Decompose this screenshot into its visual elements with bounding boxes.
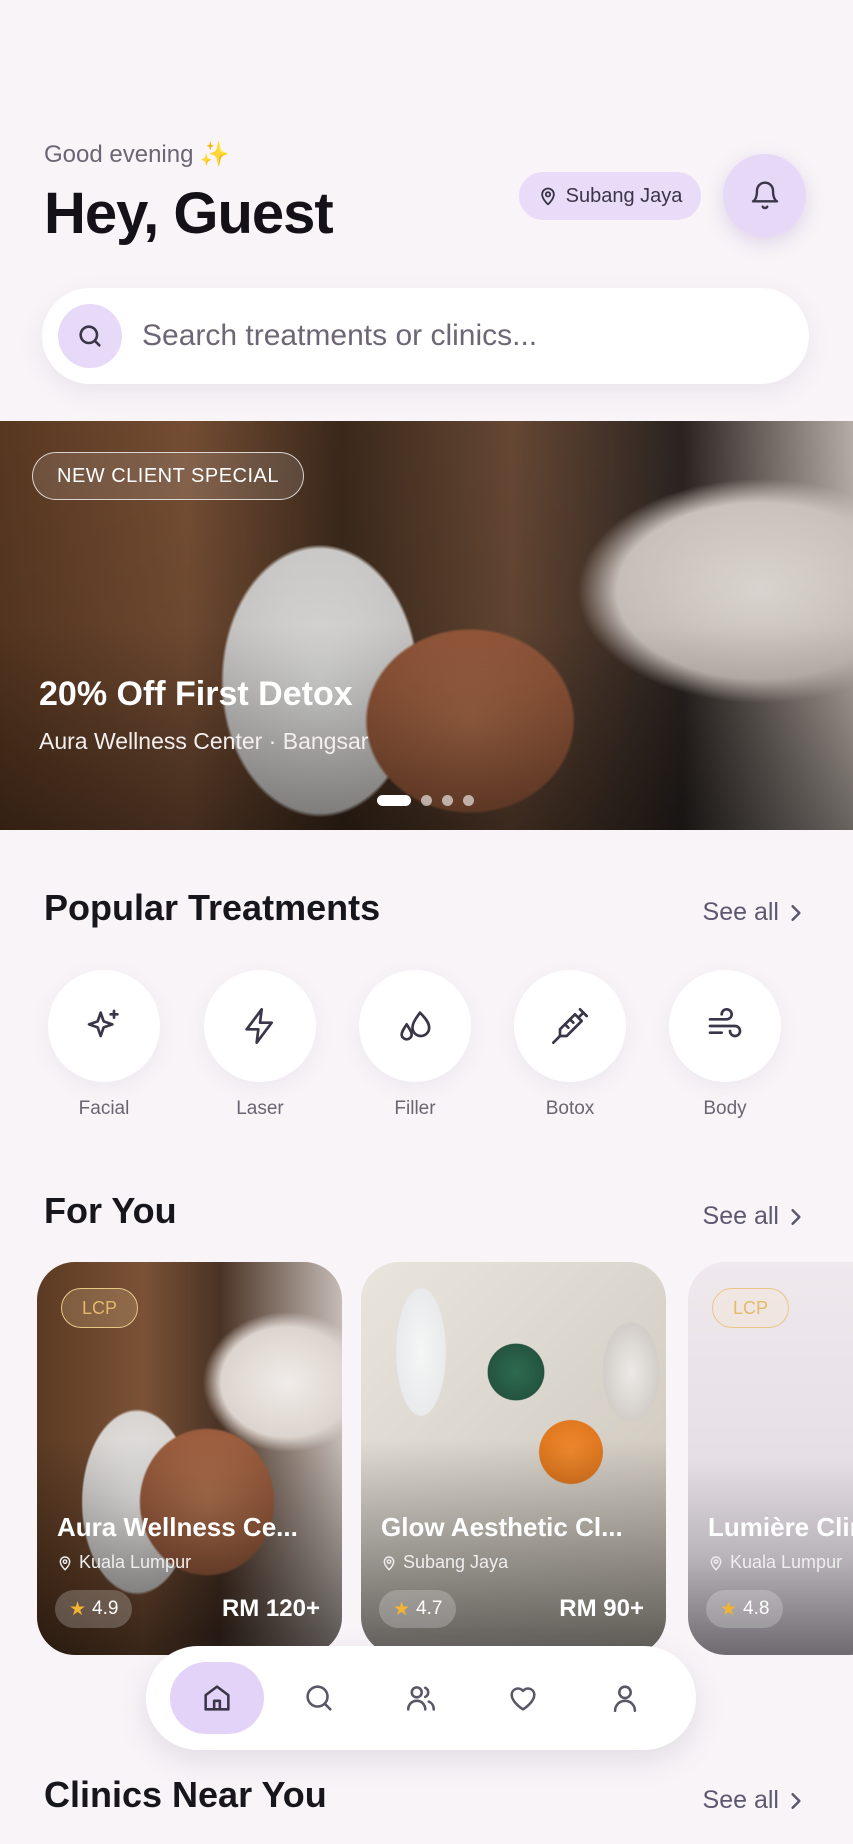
card-location: Kuala Lumpur xyxy=(708,1552,842,1573)
notifications-button[interactable] xyxy=(723,154,806,237)
promo-badge: NEW CLIENT SPECIAL xyxy=(32,452,305,500)
category-laser[interactable]: Laser xyxy=(204,970,316,1120)
sparkles-icon: ✨ xyxy=(199,141,230,168)
category-filler[interactable]: Filler xyxy=(359,970,471,1120)
see-all-label: See all xyxy=(702,1202,779,1230)
nav-profile[interactable] xyxy=(578,1662,672,1734)
clinic-card[interactable]: LCP Lumière Clin Kuala Lumpur ★ 4.8 xyxy=(688,1262,853,1655)
location-pin-icon xyxy=(710,1555,722,1571)
nav-community[interactable] xyxy=(374,1662,468,1734)
promo-banner[interactable]: NEW CLIENT SPECIAL 20% Off First Detox A… xyxy=(0,421,853,830)
category-body[interactable]: Body xyxy=(669,970,781,1120)
syringe-icon xyxy=(514,970,626,1082)
section-title-popular: Popular Treatments xyxy=(44,887,381,928)
see-all-clinics-link[interactable]: See all xyxy=(703,1786,803,1815)
card-price: RM 90+ xyxy=(559,1595,644,1622)
card-price: RM 120+ xyxy=(221,1595,320,1622)
see-all-label: See all xyxy=(702,898,779,926)
card-tag: LCP xyxy=(712,1288,790,1328)
card-rating-value: 4.9 xyxy=(92,1598,119,1619)
category-label: Facial xyxy=(78,1098,130,1119)
card-location-label: Subang Jaya xyxy=(403,1552,509,1572)
greeting-text: Good evening ✨ xyxy=(44,140,229,169)
category-label: Body xyxy=(703,1098,747,1119)
card-rating: ★ 4.8 xyxy=(706,1590,784,1628)
profile-icon xyxy=(613,1685,637,1713)
chevron-right-icon xyxy=(791,1792,801,1809)
search-input[interactable] xyxy=(142,319,782,353)
see-all-for-you-link[interactable]: See all xyxy=(703,1202,803,1231)
greeting-label: Good evening xyxy=(44,141,194,168)
carousel-dot[interactable] xyxy=(442,795,453,806)
droplets-icon xyxy=(359,970,471,1082)
wind-icon xyxy=(669,970,781,1082)
star-icon: ★ xyxy=(393,1598,411,1620)
category-label: Botox xyxy=(545,1098,595,1119)
category-label: Laser xyxy=(236,1098,284,1119)
card-location-label: Kuala Lumpur xyxy=(79,1552,192,1572)
search-bar[interactable] xyxy=(42,288,809,384)
lightning-icon xyxy=(204,970,316,1082)
section-title-for-you: For You xyxy=(44,1190,177,1231)
page-title: Hey, Guest xyxy=(44,181,334,246)
location-label: Subang Jaya xyxy=(565,184,683,207)
users-icon xyxy=(406,1686,436,1711)
card-location-label: Kuala Lumpur xyxy=(730,1552,843,1572)
location-pin-icon xyxy=(383,1555,395,1571)
category-label: Filler xyxy=(394,1098,436,1119)
category-facial[interactable]: Facial xyxy=(48,970,160,1120)
sparkle-icon xyxy=(48,970,160,1082)
nav-home[interactable] xyxy=(170,1662,264,1734)
bottom-nav xyxy=(146,1646,696,1750)
location-pin-icon xyxy=(59,1555,71,1571)
star-icon: ★ xyxy=(69,1598,87,1620)
star-icon: ★ xyxy=(720,1598,738,1620)
card-tag: LCP xyxy=(61,1288,139,1328)
carousel-indicator xyxy=(377,795,474,806)
carousel-dot[interactable] xyxy=(421,795,432,806)
chevron-right-icon xyxy=(791,1208,801,1225)
category-botox[interactable]: Botox xyxy=(514,970,626,1120)
location-chip[interactable]: Subang Jaya xyxy=(519,172,701,220)
carousel-dot[interactable] xyxy=(463,795,474,806)
card-rating-value: 4.8 xyxy=(743,1598,770,1619)
card-clinic-name: Lumière Clin xyxy=(708,1512,853,1542)
card-location: Subang Jaya xyxy=(381,1552,508,1573)
carousel-dot-active[interactable] xyxy=(377,795,411,806)
search-icon xyxy=(58,304,122,368)
nav-search[interactable] xyxy=(272,1662,366,1734)
nav-favorites[interactable] xyxy=(476,1662,570,1734)
see-all-label: See all xyxy=(702,1786,779,1814)
promo-title: 20% Off First Detox xyxy=(39,675,353,713)
clinic-card[interactable]: Glow Aesthetic Cl... Subang Jaya ★ 4.7 R… xyxy=(361,1262,666,1655)
card-rating-value: 4.7 xyxy=(416,1598,443,1619)
heart-icon xyxy=(510,1687,536,1711)
clinic-card[interactable]: LCP Aura Wellness Ce... Kuala Lumpur ★ 4… xyxy=(37,1262,342,1655)
search-icon xyxy=(306,1685,332,1711)
card-location: Kuala Lumpur xyxy=(57,1552,191,1573)
location-pin-icon xyxy=(540,187,555,206)
card-rating: ★ 4.9 xyxy=(55,1590,133,1628)
card-clinic-name: Aura Wellness Ce... xyxy=(57,1512,298,1542)
home-icon xyxy=(204,1685,230,1711)
promo-subtitle: Aura Wellness Center · Bangsar xyxy=(39,728,369,754)
section-title-clinics-near: Clinics Near You xyxy=(44,1774,327,1815)
card-rating: ★ 4.7 xyxy=(379,1590,457,1628)
bell-icon xyxy=(751,181,778,209)
chevron-right-icon xyxy=(791,904,801,921)
see-all-popular-link[interactable]: See all xyxy=(703,898,803,927)
card-clinic-name: Glow Aesthetic Cl... xyxy=(381,1512,623,1542)
